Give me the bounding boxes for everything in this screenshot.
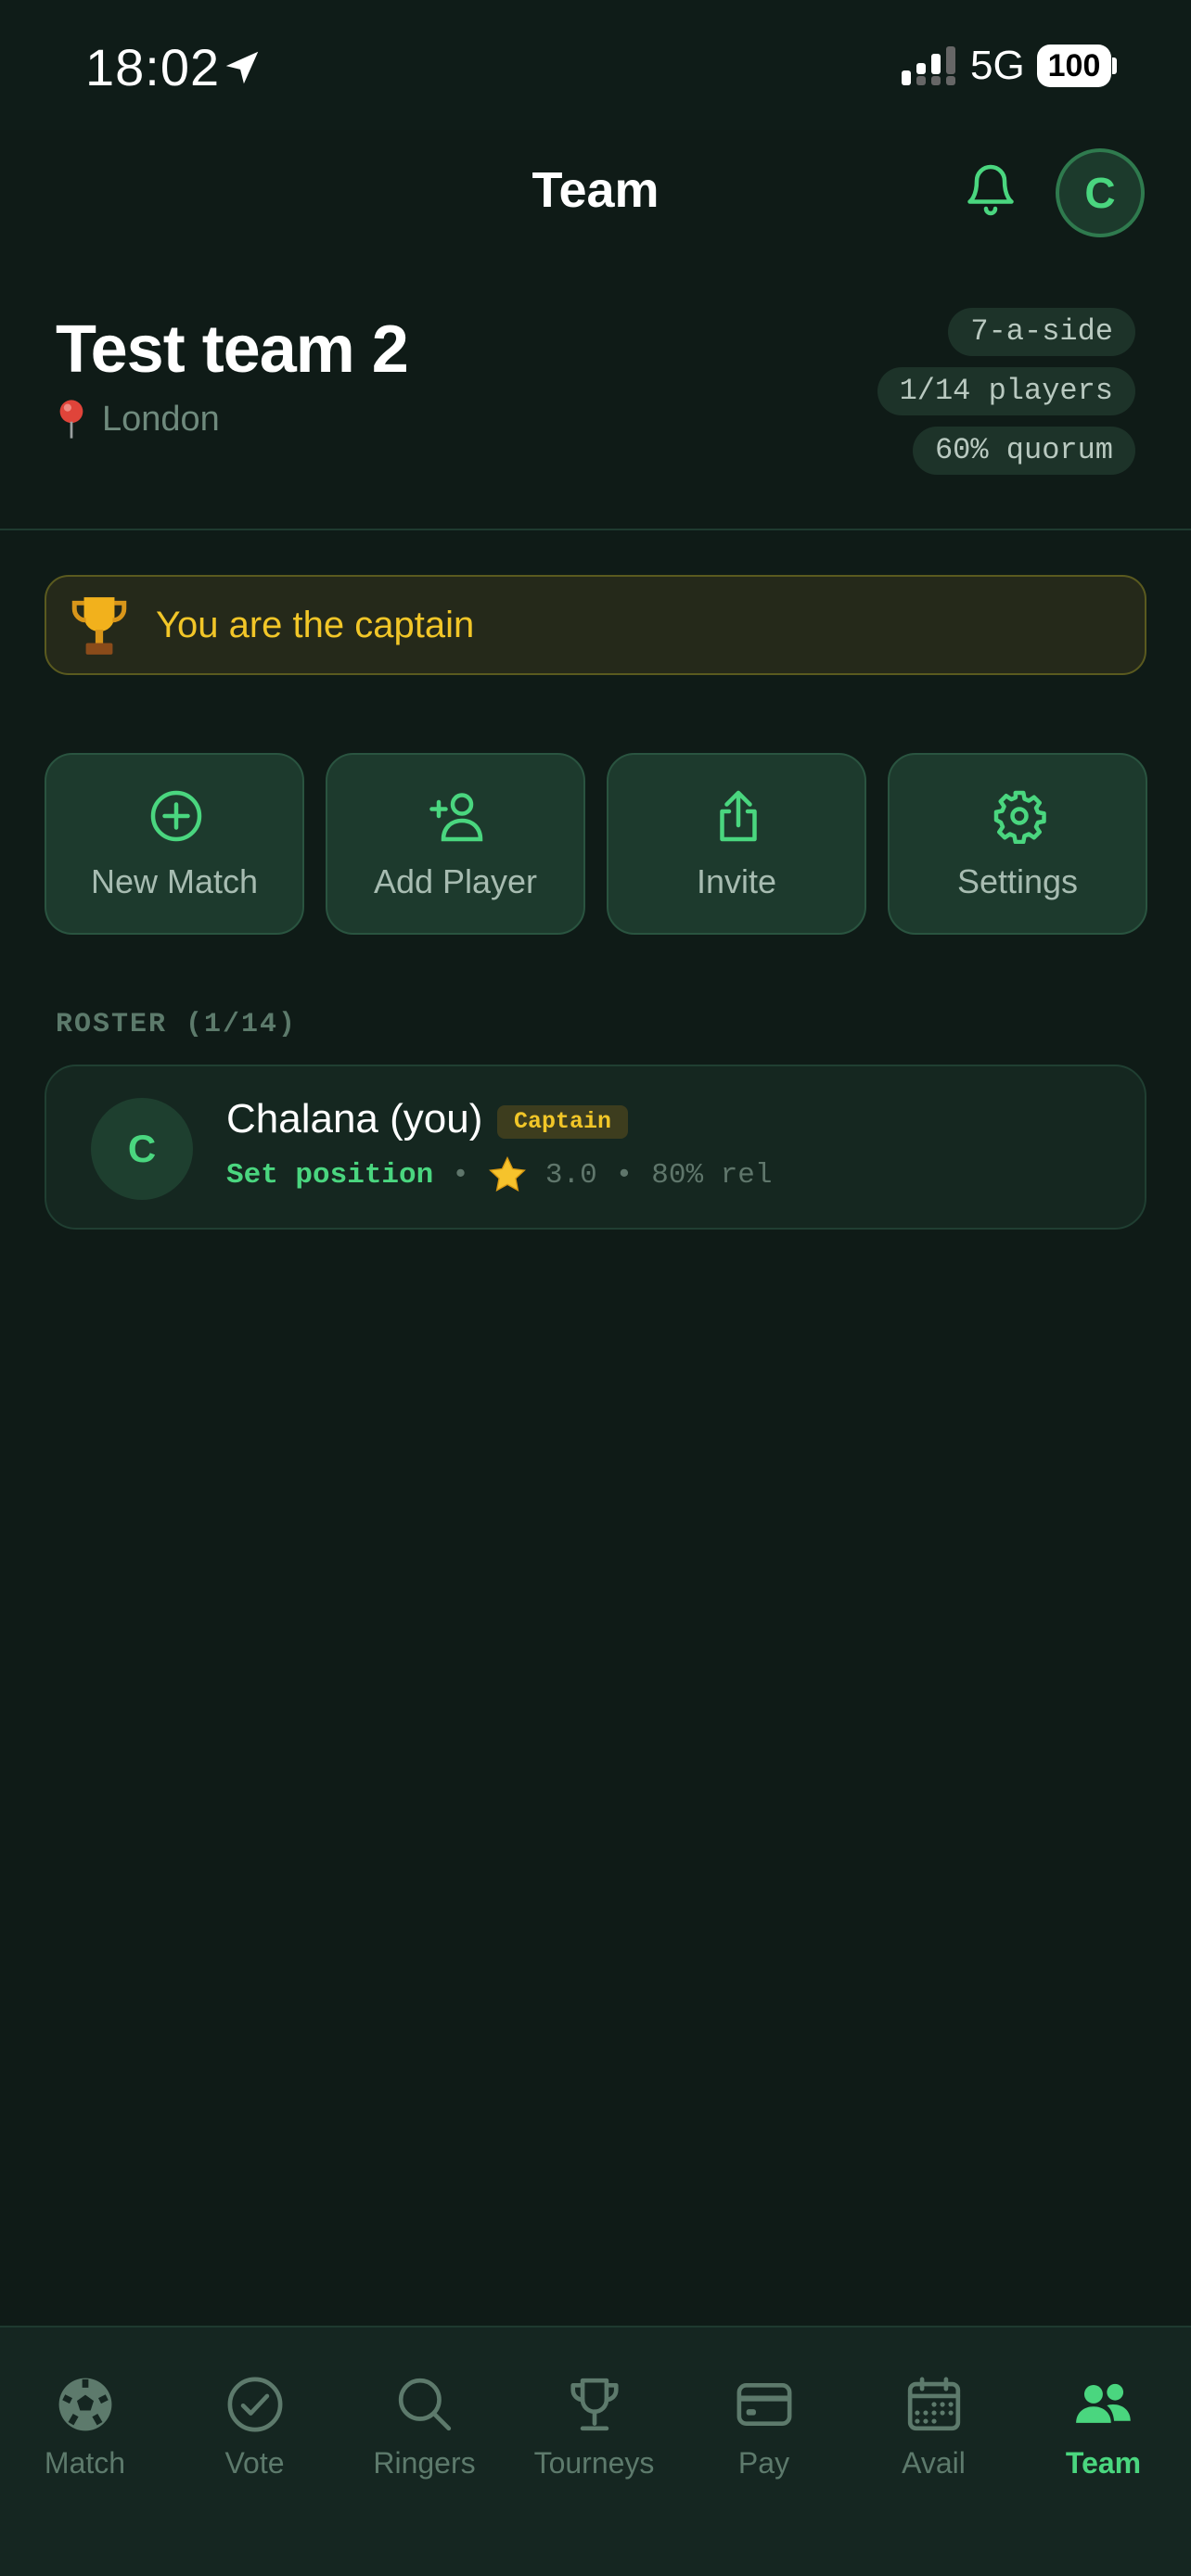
nav-item-pay[interactable]: Pay [679,2327,849,2513]
nav-label-vote: Vote [224,2446,285,2480]
invite-label: Invite [696,862,777,900]
team-summary: Test team 2 London 7-a-side 1/14 players… [0,260,1191,530]
status-time: 18:02 [85,38,221,96]
format-pill: 7-a-side [948,308,1135,356]
nav-item-avail[interactable]: Avail [849,2327,1018,2513]
signal-icon [902,46,955,85]
action-buttons: New Match Add Player Invite Settings [45,753,1147,935]
new-match-button[interactable]: New Match [45,753,304,935]
nav-item-tourneys[interactable]: Tourneys [509,2327,679,2513]
star-icon [488,1155,526,1192]
pin-icon [59,400,83,439]
set-position-link[interactable]: Set position [226,1159,433,1192]
check-circle-icon [227,2377,283,2432]
captain-banner-text: You are the captain [156,605,475,645]
trophy-icon [71,597,127,655]
calendar-icon [907,2377,961,2431]
roster-player-card[interactable]: C Chalana (you) Captain Set position • 3… [45,1065,1146,1230]
gear-icon [993,790,1046,844]
nav-label-match: Match [44,2446,126,2480]
new-match-label: New Match [90,862,259,900]
player-reliability: 80% rel [651,1158,773,1192]
nav-label-team: Team [1065,2446,1142,2480]
share-icon [720,790,757,842]
location-arrow-icon [225,51,259,84]
player-rating: 3.0 [544,1158,597,1192]
credit-card-icon [736,2383,792,2426]
add-player-label: Add Player [373,862,538,900]
player-avatar: C [91,1098,193,1200]
captain-banner: You are the captain [45,575,1146,675]
settings-button[interactable]: Settings [888,753,1147,935]
team-location: London [56,399,220,440]
nav-label-avail: Avail [902,2446,966,2480]
bell-icon[interactable] [963,159,1018,221]
nav-label-ringers: Ringers [373,2446,476,2480]
nav-item-match[interactable]: Match [0,2327,170,2513]
battery-tip [1112,57,1117,74]
nav-item-vote[interactable]: Vote [170,2327,339,2513]
quorum-pill: 60% quorum [912,427,1135,475]
settings-label: Settings [956,862,1079,900]
status-bar: 18:02 5G 100 [0,0,1191,130]
trophy-icon [570,2378,619,2431]
network-type: 5G [970,43,1025,88]
team-name: Test team 2 [56,312,409,387]
invite-button[interactable]: Invite [607,753,866,935]
team-icon [1076,2383,1131,2423]
nav-label-pay: Pay [737,2446,790,2480]
nav-item-ringers[interactable]: Ringers [339,2327,509,2513]
search-icon [398,2378,452,2431]
soccer-ball-icon [58,2378,112,2431]
add-user-icon [429,793,483,842]
bottom-nav: Match Vote Ringers Tourneys Pay Avail Te… [0,2326,1191,2576]
add-player-button[interactable]: Add Player [326,753,585,935]
roster-heading: ROSTER (1/14) [56,1009,298,1040]
nav-item-team[interactable]: Team [1018,2327,1188,2513]
plus-circle-icon [150,790,202,842]
avatar[interactable]: C [1056,148,1145,237]
separator-dot: • [615,1158,634,1192]
team-location-text: London [102,399,220,439]
app-header: Team C [0,130,1191,260]
battery-icon: 100 [1037,45,1111,87]
nav-label-tourneys: Tourneys [533,2446,655,2480]
section-divider [0,529,1191,530]
player-meta: Set position • 3.0 • 80% rel [226,1155,773,1194]
captain-badge: Captain [497,1105,629,1139]
players-pill: 1/14 players [877,367,1135,415]
player-name: Chalana (you) [226,1096,483,1141]
separator-dot: • [452,1158,469,1192]
